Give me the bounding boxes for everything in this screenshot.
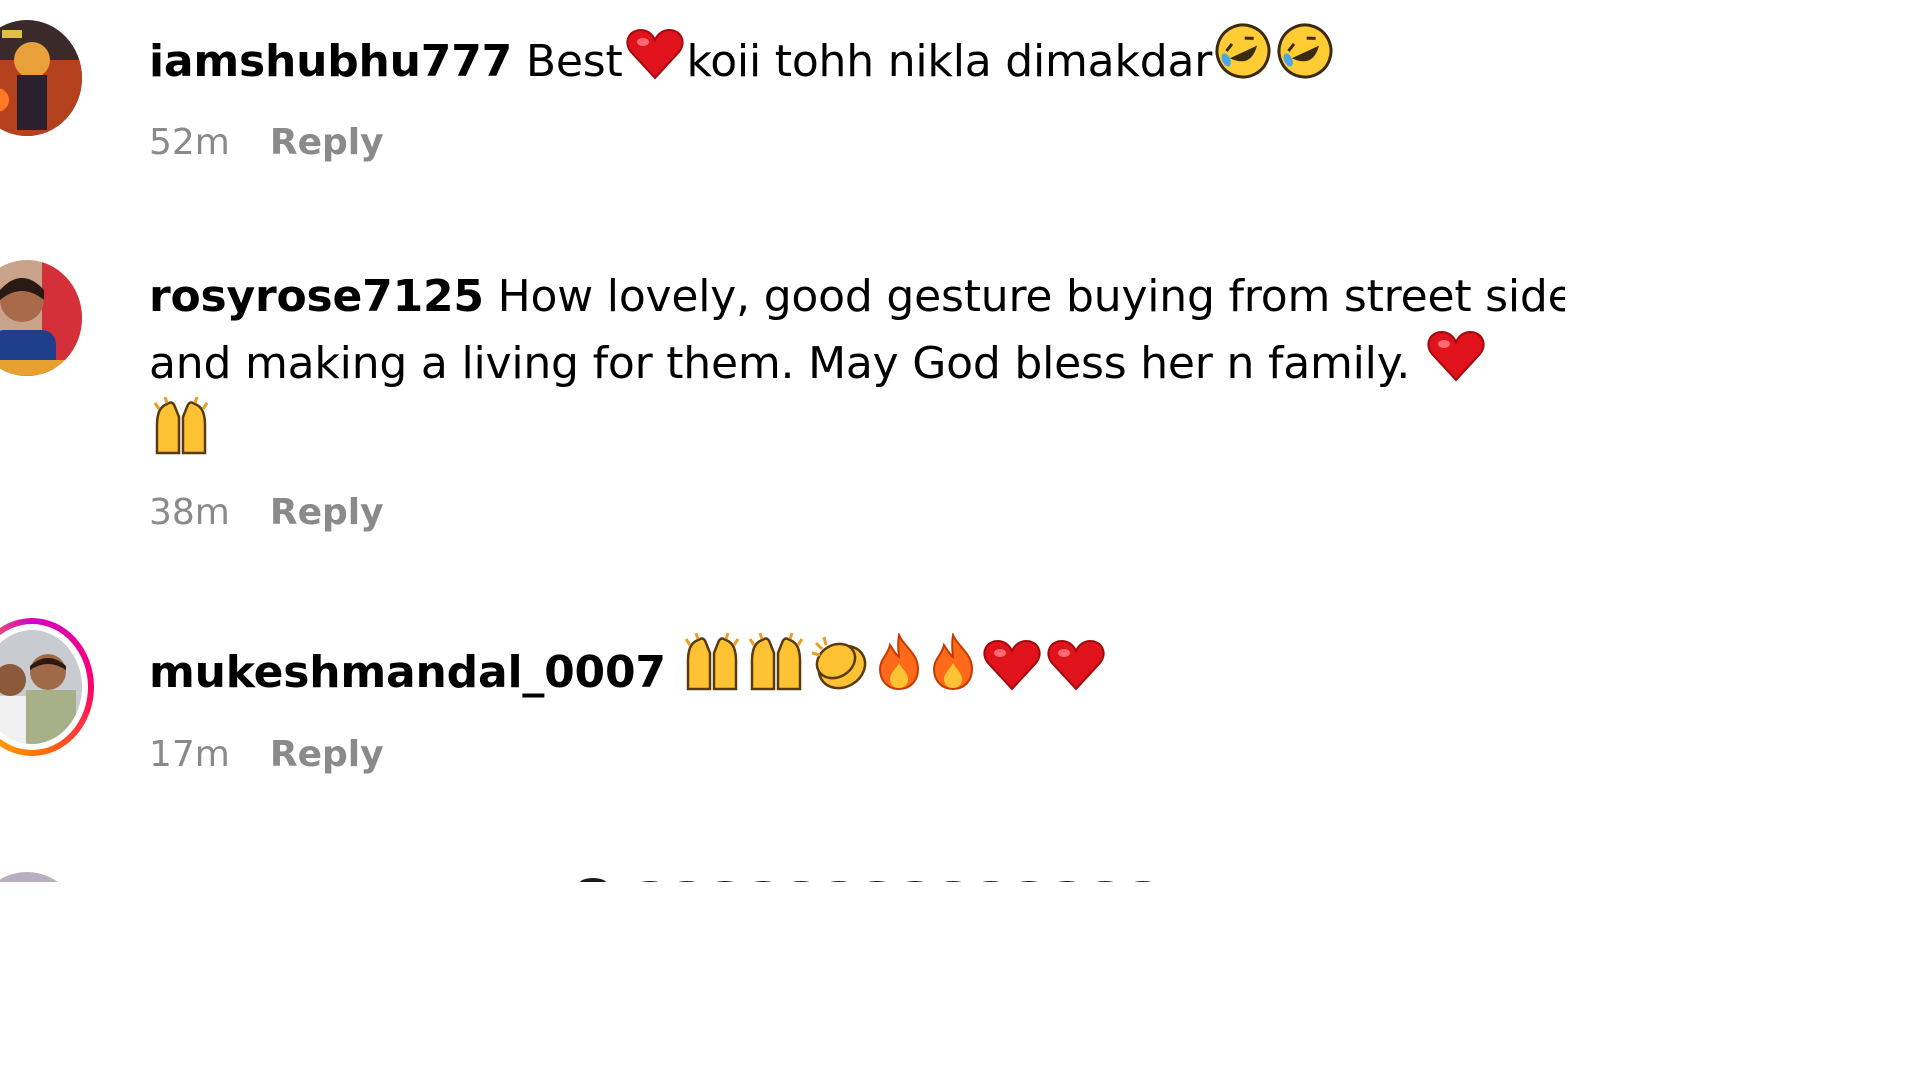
- rofl-emoji-icon: [1214, 22, 1272, 80]
- fire-icon: [874, 633, 924, 691]
- comment-line: rosyrose7125 How lovely, good gesture bu…: [149, 263, 1565, 330]
- comment-meta: 52m Reply: [149, 122, 384, 163]
- comment-emoji-row: [680, 633, 1108, 698]
- comment-timestamp: 17m: [149, 734, 230, 775]
- red-heart-icon: [1426, 330, 1486, 382]
- comment-meta: 17m Reply: [149, 734, 384, 775]
- comment-text-part: koii tohh nikla dimakdar: [686, 36, 1213, 87]
- comment-timestamp: 38m: [149, 492, 230, 533]
- reply-button[interactable]: Reply: [270, 492, 384, 533]
- comment-body: rosyrose7125 How lovely, good gesture bu…: [149, 263, 1565, 470]
- raising-hands-icon: [746, 633, 806, 691]
- comment-item: iamshubhu777 Best koii tohh nikla dimakda…: [0, 0, 1565, 200]
- raising-hands-icon: [151, 397, 211, 455]
- comment-text: Best koii tohh nikla dimakdar: [525, 23, 1336, 87]
- comment-item-partial: [0, 868, 1565, 882]
- comment-text: How lovely, good gesture buying from str…: [497, 271, 1565, 322]
- comment-line: [149, 397, 1565, 470]
- story-ring[interactable]: [0, 618, 94, 756]
- reply-button[interactable]: Reply: [270, 734, 384, 775]
- comments-list: iamshubhu777 Best koii tohh nikla dimakda…: [0, 0, 1565, 882]
- comment-username[interactable]: mukeshmandal_0007: [149, 647, 666, 698]
- comment-username[interactable]: rosyrose7125: [149, 271, 484, 322]
- reply-button[interactable]: Reply: [270, 122, 384, 163]
- avatar[interactable]: [0, 260, 82, 376]
- comment-body: mukeshmandal_0007: [149, 633, 1565, 706]
- avatar[interactable]: [0, 872, 82, 882]
- comment-timestamp: 52m: [149, 122, 230, 163]
- avatar[interactable]: [0, 20, 82, 136]
- clapping-hands-icon: [810, 633, 870, 691]
- comment-text-part: Best: [525, 36, 623, 87]
- comment-username[interactable]: iamshubhu777: [149, 36, 512, 87]
- comment-item: rosyrose7125 How lovely, good gesture bu…: [0, 240, 1565, 580]
- comment-text: and making a living for them. May God bl…: [149, 338, 1411, 389]
- red-heart-icon: [1046, 639, 1106, 691]
- red-heart-icon: [625, 28, 685, 80]
- comment-meta: 38m Reply: [149, 492, 384, 533]
- fire-icon: [928, 633, 978, 691]
- comment-line: and making a living for them. May God bl…: [149, 330, 1565, 397]
- emoji-row-partial: [575, 876, 1175, 882]
- rofl-emoji-icon: [1276, 22, 1334, 80]
- comment-body: iamshubhu777 Best koii tohh nikla dimakda…: [149, 22, 1565, 95]
- red-heart-icon: [982, 639, 1042, 691]
- comment-item: mukeshmandal_0007 17m Reply: [0, 616, 1565, 816]
- raising-hands-icon: [682, 633, 742, 691]
